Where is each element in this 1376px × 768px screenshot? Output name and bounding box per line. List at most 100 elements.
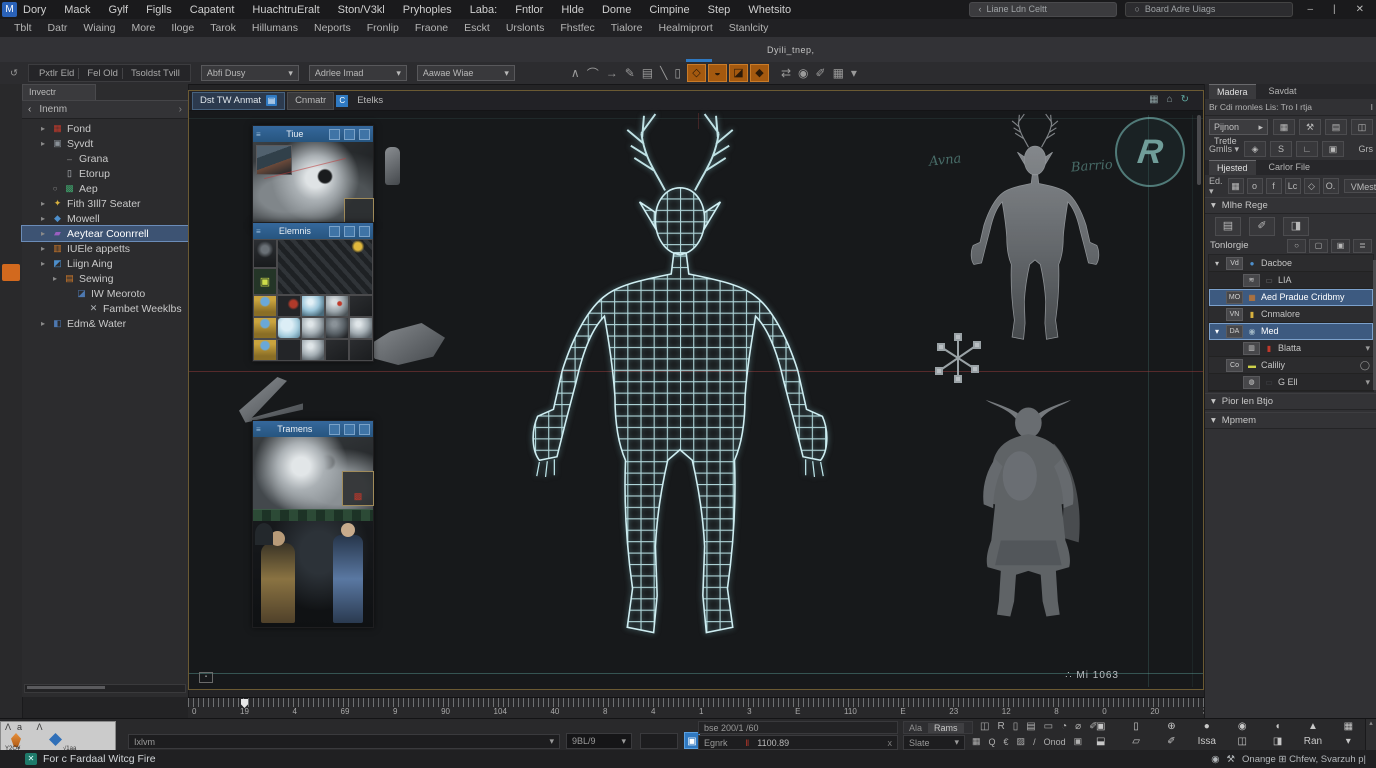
edit-icon-button[interactable]: O.: [1323, 178, 1339, 194]
tree-item[interactable]: ▸ ✦ Fith 3Ill7 Seater: [22, 196, 188, 211]
modifier-icon-button[interactable]: ▦: [1273, 119, 1295, 135]
viewport-option-icon[interactable]: ↻: [1181, 94, 1189, 105]
menu-item[interactable]: Cimpine: [649, 4, 689, 16]
nav-grid-icon[interactable]: Issa: [1189, 735, 1224, 749]
rail-tool-icon[interactable]: [2, 198, 20, 215]
palette-minimize-icon[interactable]: [329, 424, 340, 435]
aux-field[interactable]: [640, 733, 678, 749]
tools-icon[interactable]: ⚒: [1227, 754, 1236, 765]
viewport-option-icon[interactable]: ⌂: [1167, 94, 1173, 105]
menu-item[interactable]: Fhstfec: [560, 22, 594, 34]
menu-item[interactable]: Mack: [64, 4, 90, 16]
tree-item[interactable]: ▸ ▦ Fond: [22, 121, 188, 136]
option-icon-button[interactable]: ◈: [1244, 141, 1266, 157]
palette-pin-icon[interactable]: [344, 226, 355, 237]
menu-item[interactable]: Stanlcity: [729, 22, 769, 34]
explorer-tab[interactable]: Invectr: [22, 84, 96, 100]
mlhe-tool-button[interactable]: ✐: [1249, 217, 1275, 236]
tool-icon[interactable]: ╲: [660, 66, 667, 80]
expand-arrow-icon[interactable]: ▸: [38, 214, 48, 223]
viewport-tab-active[interactable]: Dst TW Anmat ▤: [192, 92, 285, 110]
anim-tool-icon[interactable]: ▦: [972, 736, 981, 747]
palette-close-icon[interactable]: [359, 424, 370, 435]
menu-item[interactable]: More: [131, 22, 155, 34]
anim-tool-icon[interactable]: /: [1033, 737, 1036, 747]
menu-item[interactable]: Hillumans: [252, 22, 298, 34]
maximize-button[interactable]: |: [1327, 4, 1342, 15]
rail-tool-icon[interactable]: [2, 242, 20, 259]
edit-icon-button[interactable]: ▦: [1228, 178, 1244, 194]
nav-grid-icon[interactable]: ●: [1189, 720, 1224, 734]
minimize-button[interactable]: –: [1301, 4, 1319, 15]
stack-row[interactable]: MO ▦ Aed Pradue Cridbmy: [1209, 289, 1373, 306]
tree-item[interactable]: ▯ Etorup: [22, 166, 188, 181]
menu-item[interactable]: Whetsito: [748, 4, 791, 16]
small-weapon-object[interactable]: [239, 377, 303, 425]
menu-item[interactable]: Capatent: [190, 4, 235, 16]
expand-arrow-icon[interactable]: ▸: [38, 124, 48, 133]
viewport-scrollbar[interactable]: [1197, 115, 1201, 185]
tool-icon[interactable]: →: [606, 66, 618, 80]
material-thumbnail[interactable]: [349, 317, 373, 339]
expand-arrow-icon[interactable]: ▸: [38, 199, 48, 208]
tool-icon[interactable]: ⌒: [587, 65, 599, 82]
viewport-tab-create[interactable]: Cnmatr: [287, 92, 334, 110]
anim-tool-icon[interactable]: ▤: [1026, 721, 1035, 732]
viewport-option-icon[interactable]: ▦: [1149, 94, 1158, 105]
anim-tool-icon[interactable]: ▯: [1013, 721, 1019, 732]
armored-character-render[interactable]: [959, 397, 1111, 627]
selection-set-dropdown[interactable]: Abfi Dusy▾: [201, 65, 299, 81]
callout-inset-box-2[interactable]: ▩: [342, 471, 374, 506]
snap-toggle-button[interactable]: ◪: [729, 64, 748, 82]
palette-close-icon[interactable]: [359, 226, 370, 237]
expand-icon[interactable]: ▾: [1212, 259, 1222, 268]
subtab-hjested[interactable]: Hjested: [1209, 160, 1256, 175]
stack-row[interactable]: ▥ ▮ Blatta ▾: [1209, 340, 1373, 357]
nav-grid-icon[interactable]: ⊕: [1154, 720, 1189, 734]
tree-item[interactable]: ▸ ▤ Sewing: [22, 271, 188, 286]
menu-item[interactable]: Neports: [314, 22, 351, 34]
tree-item[interactable]: – Grana: [22, 151, 188, 166]
tool-icon[interactable]: ▦: [833, 66, 844, 80]
material-thumbnail[interactable]: [253, 295, 277, 317]
tree-item[interactable]: ◪ IW Meoroto: [22, 286, 188, 301]
snap-toggle-button[interactable]: ◇: [687, 64, 706, 82]
expand-arrow-icon[interactable]: ▸: [38, 259, 48, 268]
menu-item[interactable]: Dory: [23, 4, 46, 16]
tool-icon[interactable]: ▯: [674, 66, 681, 80]
snap-toggle-button[interactable]: ◆: [750, 64, 769, 82]
stack-row[interactable]: ◍ ▭ G Ell ▾: [1209, 374, 1373, 391]
menu-item[interactable]: HuachtruEralt: [252, 4, 319, 16]
palette-titlebar[interactable]: ≡ Elemnis: [253, 223, 373, 239]
anim-tool-icon[interactable]: ⌀: [1075, 721, 1081, 732]
menu-item[interactable]: Tialore: [611, 22, 643, 34]
header-mini-button[interactable]: ○: [1287, 239, 1306, 253]
menu-item[interactable]: Fronlip: [367, 22, 399, 34]
value-field[interactable]: Egnrk ‖ 1100.89 x: [698, 735, 898, 750]
frame-number-spinner[interactable]: 9BL/9 ▾: [566, 733, 632, 749]
menu-item[interactable]: Ston/V3kl: [338, 4, 385, 16]
nav-grid-icon[interactable]: ◫: [1225, 735, 1260, 749]
tree-item[interactable]: ○ ▩ Aep: [22, 181, 188, 196]
tab-madera[interactable]: Madera: [1209, 84, 1256, 99]
edit-icon-button[interactable]: ◇: [1304, 178, 1320, 194]
rail-tool-icon[interactable]: [2, 220, 20, 237]
tool-icon[interactable]: ▤: [642, 66, 653, 80]
rail-tool-icon[interactable]: [2, 132, 20, 149]
tree-item[interactable]: ▸ ◧ Edm& Water: [22, 316, 188, 331]
nav-grid-icon[interactable]: ✐: [1154, 735, 1189, 749]
slate-dropdown[interactable]: Slate ▾: [903, 735, 965, 750]
anim-tool-icon[interactable]: ▭: [1044, 721, 1053, 732]
material-thumbnail[interactable]: [253, 317, 277, 339]
rail-tool-icon[interactable]: [2, 88, 20, 105]
back-icon[interactable]: ‹: [28, 104, 31, 115]
rail-tool-icon[interactable]: [2, 286, 20, 303]
filter-button[interactable]: Tsoldst Tvill: [127, 68, 184, 79]
edit-icon-button[interactable]: Lc: [1285, 178, 1301, 194]
row-end-icon[interactable]: ▾: [1365, 377, 1370, 388]
palette-pin-icon[interactable]: [344, 424, 355, 435]
menu-item[interactable]: Iloge: [171, 22, 194, 34]
snap-toggle-button[interactable]: ◒: [708, 64, 727, 82]
viewport-mini-tool-icon[interactable]: ▪: [199, 672, 213, 683]
preview-mini-thumbnail[interactable]: [256, 145, 292, 175]
